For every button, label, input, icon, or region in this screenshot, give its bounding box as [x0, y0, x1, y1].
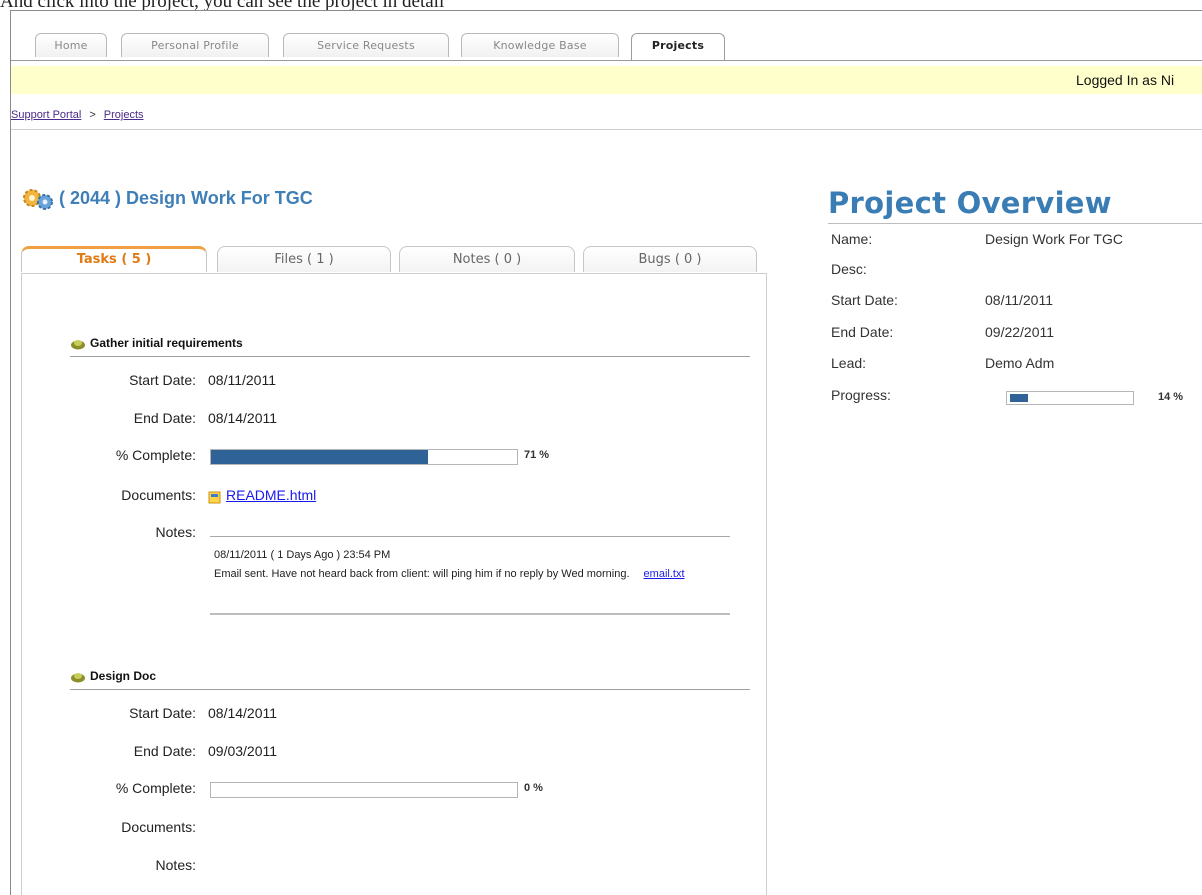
overview-progress-text: 14 %	[1158, 391, 1184, 403]
documents-label: Documents:	[121, 819, 196, 835]
tab-knowledge-base[interactable]: Knowledge Base	[461, 33, 619, 57]
document-icon	[208, 491, 221, 504]
task-end-row: End Date: 09/03/2011	[70, 743, 750, 763]
portal-window: Home Personal Profile Service Requests K…	[10, 10, 1202, 895]
overview-progress-label: Progress:	[831, 387, 891, 403]
end-date-label: End Date:	[133, 743, 196, 759]
overview-desc-label: Desc:	[831, 261, 867, 277]
note-timestamp: 08/11/2011 ( 1 Days Ago ) 23:54 PM	[214, 549, 391, 561]
tab-home[interactable]: Home	[35, 33, 107, 57]
complete-label: % Complete:	[115, 780, 196, 796]
overview-end-date: 09/22/2011	[985, 324, 1055, 340]
overview-start-date: 08/11/2011	[985, 292, 1053, 308]
overview-lead: Demo Adm	[985, 355, 1055, 371]
overview-end-label: End Date:	[831, 324, 894, 340]
task-progress-text: 71 %	[524, 449, 550, 461]
overview-end-row: End Date: 09/22/2011	[831, 324, 1202, 344]
task-progress-fill	[211, 450, 429, 464]
task-progress-bar	[210, 449, 518, 465]
task-header: Gather initial requirements	[70, 334, 750, 357]
overview-lead-label: Lead:	[831, 355, 867, 371]
task-start-date: 08/14/2011	[208, 705, 278, 721]
document-link[interactable]: README.html	[226, 487, 316, 503]
overview-name-row: Name: Design Work For TGC	[831, 231, 1202, 251]
overview-name-label: Name:	[831, 231, 873, 247]
task-notes-row: Notes:	[70, 857, 750, 877]
task-documents-row: Documents:	[70, 819, 750, 839]
project-title: ( 2044 ) Design Work For TGC	[59, 188, 313, 208]
documents-label: Documents:	[121, 487, 196, 503]
task-note: 08/11/2011 ( 1 Days Ago ) 23:54 PM Email…	[210, 536, 730, 615]
task-documents-row: Documents: README.html	[70, 487, 750, 507]
breadcrumb: Support Portal > Projects	[11, 109, 144, 121]
start-date-label: Start Date:	[129, 372, 196, 388]
breadcrumb-support-portal[interactable]: Support Portal	[11, 109, 81, 121]
breadcrumb-separator: >	[89, 109, 96, 121]
task-start-row: Start Date: 08/14/2011	[70, 705, 750, 725]
overview-start-row: Start Date: 08/11/2011	[831, 292, 1202, 312]
tab-personal-profile[interactable]: Personal Profile	[121, 33, 269, 57]
user-status-bar: Logged In as Ni	[11, 66, 1202, 94]
task-start-row: Start Date: 08/11/2011	[70, 372, 750, 392]
tab-bugs[interactable]: Bugs ( 0 )	[583, 246, 757, 272]
task-name: Gather initial requirements	[90, 336, 243, 350]
overview-divider	[828, 223, 1202, 224]
task-complete-row: % Complete: 0 %	[70, 780, 750, 800]
overview-progress-fill	[1010, 394, 1028, 402]
tab-files[interactable]: Files ( 1 )	[217, 246, 391, 272]
task-name: Design Doc	[90, 669, 157, 683]
task-end-date: 08/14/2011	[208, 410, 278, 426]
tasks-panel: Gather initial requirements Start Date: …	[21, 273, 767, 895]
overview-progress-row: Progress: 14 %	[831, 387, 1202, 407]
task-bullet-icon	[71, 673, 85, 683]
overview-start-label: Start Date:	[831, 292, 898, 308]
complete-label: % Complete:	[115, 447, 196, 463]
tab-service-requests[interactable]: Service Requests	[283, 33, 449, 57]
overview-desc-row: Desc:	[831, 261, 1202, 281]
overview-name: Design Work For TGC	[985, 231, 1123, 247]
task-progress-bar	[210, 782, 518, 798]
notes-label: Notes:	[155, 524, 196, 540]
task-bullet-icon	[71, 340, 85, 350]
overview-lead-row: Lead: Demo Adm	[831, 355, 1202, 375]
note-attachment-link[interactable]: email.txt	[644, 568, 685, 580]
overview-title: Project Overview	[828, 186, 1112, 220]
tab-notes[interactable]: Notes ( 0 )	[399, 246, 575, 272]
task-end-date: 09/03/2011	[208, 743, 278, 759]
tab-tasks[interactable]: Tasks ( 5 )	[21, 246, 207, 272]
notes-label: Notes:	[155, 857, 196, 873]
tab-projects[interactable]: Projects	[631, 33, 725, 60]
task-complete-row: % Complete: 71 %	[70, 447, 750, 467]
start-date-label: Start Date:	[129, 705, 196, 721]
task-start-date: 08/11/2011	[208, 372, 276, 388]
note-message: Email sent. Have not heard back from cli…	[214, 566, 734, 582]
breadcrumb-divider	[11, 129, 1202, 130]
note-text: Email sent. Have not heard back from cli…	[214, 568, 630, 580]
task-header: Design Doc	[70, 667, 750, 690]
task-progress-text: 0 %	[524, 782, 543, 794]
task-end-row: End Date: 08/14/2011	[70, 410, 750, 430]
end-date-label: End Date:	[133, 410, 196, 426]
breadcrumb-projects[interactable]: Projects	[104, 109, 144, 121]
project-tabs: Tasks ( 5 ) Files ( 1 ) Notes ( 0 ) Bugs…	[21, 246, 757, 276]
overview-progress-bar	[1006, 391, 1134, 405]
logged-in-text: Logged In as Ni	[1076, 72, 1175, 88]
tab-divider	[11, 60, 1202, 61]
gears-icon	[23, 189, 53, 210]
